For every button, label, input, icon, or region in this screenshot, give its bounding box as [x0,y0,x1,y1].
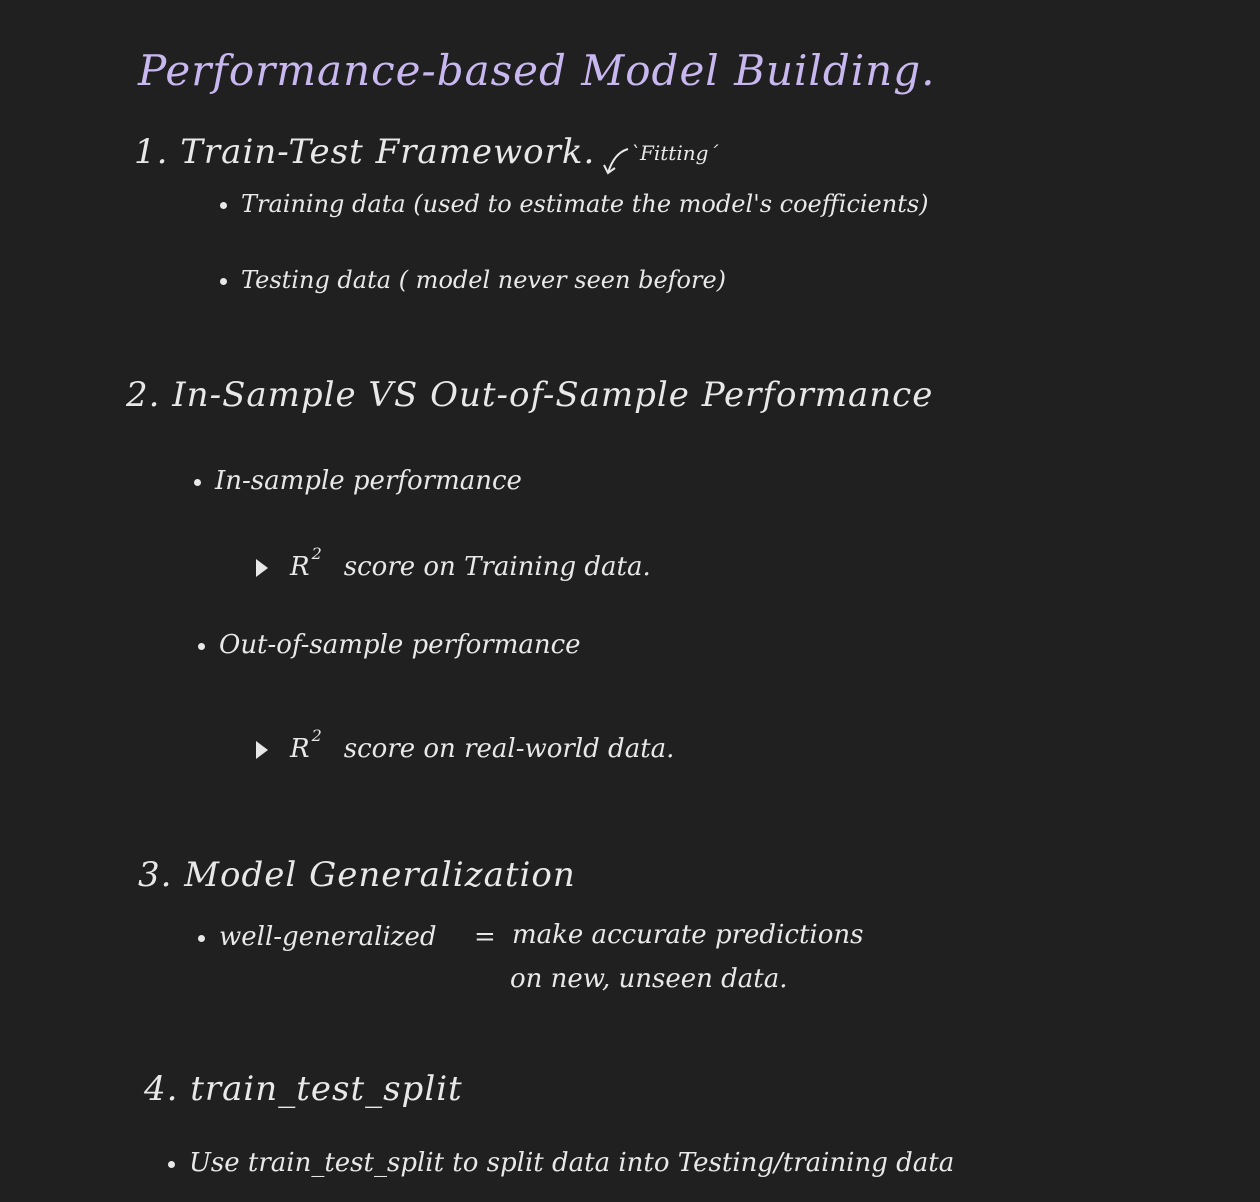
in-sample-label: In-sample performance [215,466,522,496]
arrow-bullet-icon [256,559,268,577]
bullet-training-text: Training data (used to estimate the mode… [241,190,929,218]
bullet-testing-data: Testing data ( model never seen before) [220,268,726,292]
in-sample-detail-text: score on Training data. [343,552,651,582]
definition-line-1: make accurate predictions [512,920,864,950]
r-symbol: R [290,734,310,764]
r-symbol: R [290,552,310,582]
bullet-use-train-test-split: Use train_test_split to split data into … [168,1150,954,1176]
train-test-split-text: Use train_test_split to split data into … [189,1148,955,1178]
well-generalized-term: well-generalized [219,922,437,952]
bullet-dot [220,278,227,285]
bullet-in-sample: In-sample performance [194,468,522,494]
fitting-annotation: `Fitting´ [630,141,719,165]
in-sample-detail: R 2 score on Training data. [256,546,651,580]
bullet-dot [198,934,205,942]
arrow-bullet-icon [256,741,268,759]
r-exponent: 2 [311,544,322,563]
r-exponent: 2 [311,726,322,745]
bullet-out-of-sample: Out-of-sample performance [198,632,581,658]
bullet-well-generalized: well-generalized [198,924,437,950]
equals-sign: = [474,922,496,952]
bullet-dot [220,202,227,209]
section-3-heading: 3. Model Generalization [138,855,576,895]
section-1-heading: 1. Train-Test Framework. [134,132,596,172]
bullet-testing-text: Testing data ( model never seen before) [241,266,727,294]
out-of-sample-detail: R 2 score on real-world data. [256,728,674,762]
section-2-heading: 2. In-Sample VS Out-of-Sample Performanc… [126,375,934,415]
page-title: Performance-based Model Building. [138,46,936,95]
bullet-dot [194,478,201,486]
section-4-heading: 4. train_test_split [144,1069,463,1109]
definition-line-2: on new, unseen data. [510,964,788,994]
bullet-dot [198,642,205,650]
bullet-training-data: Training data (used to estimate the mode… [220,192,929,216]
bullet-dot [168,1160,175,1168]
out-of-sample-label: Out-of-sample performance [219,630,581,660]
curved-arrow-icon [603,148,629,175]
out-of-sample-detail-text: score on real-world data. [343,734,675,764]
